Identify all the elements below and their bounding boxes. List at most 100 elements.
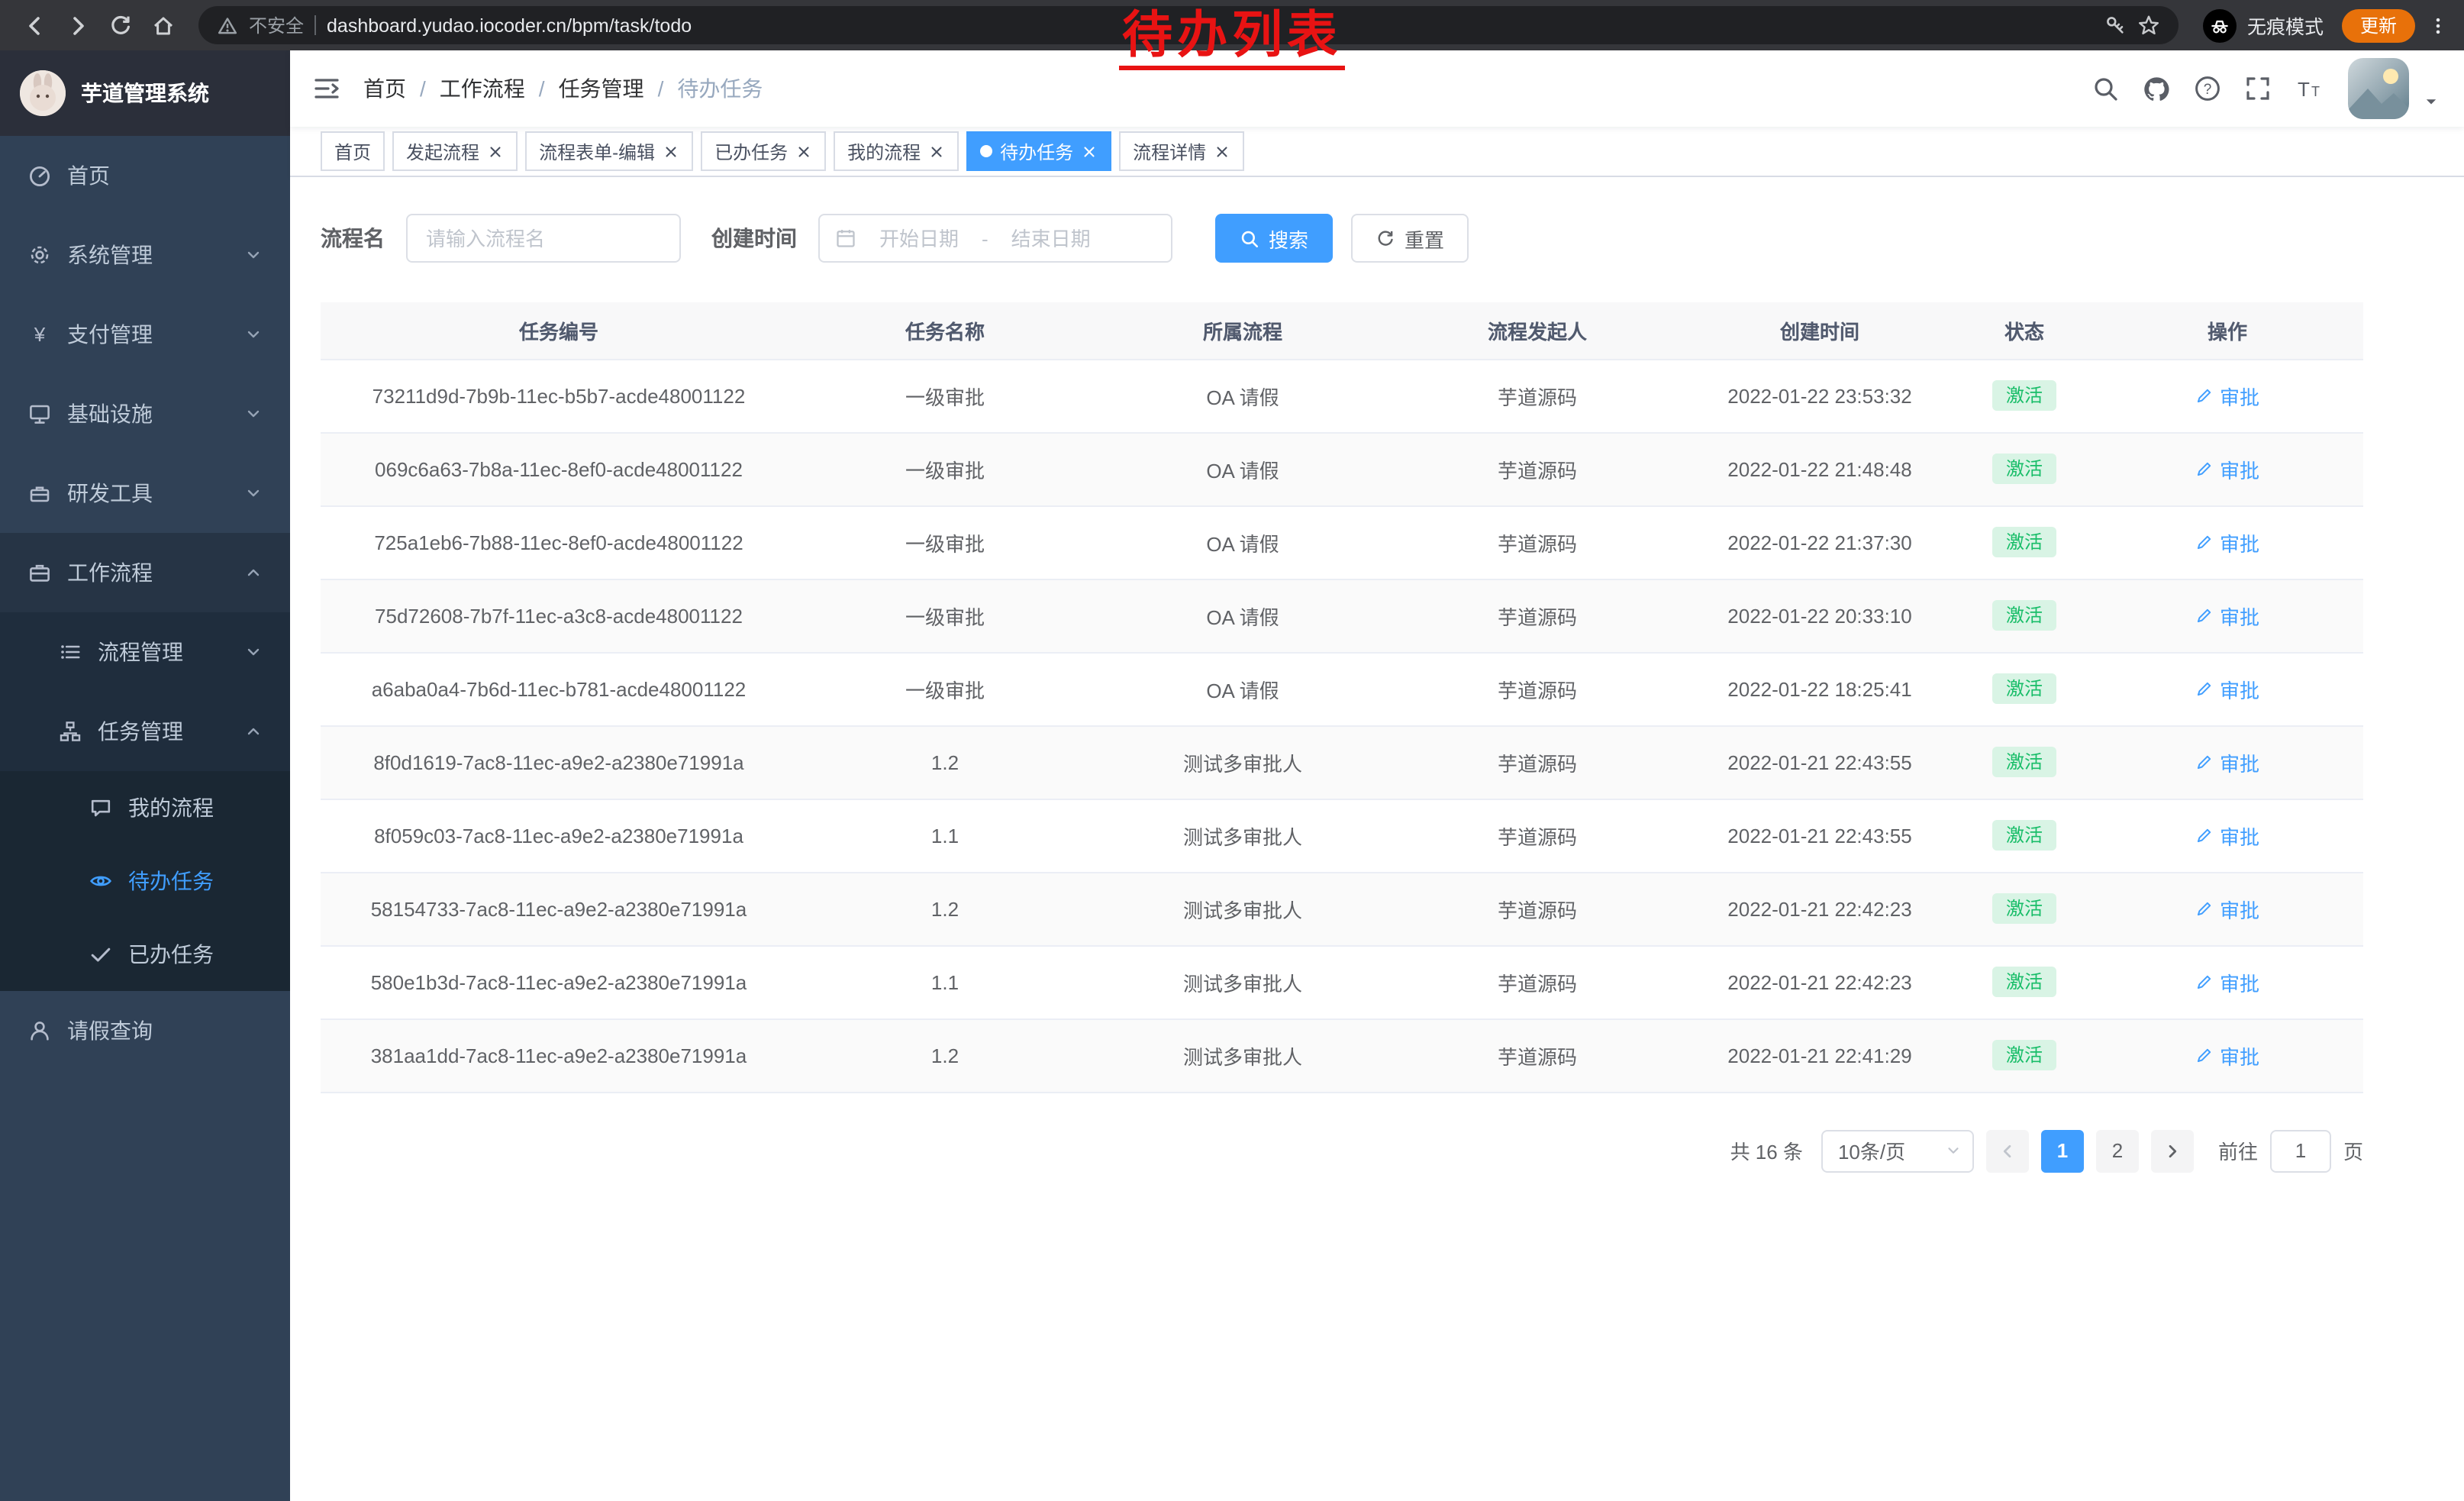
task-process: 测试多审批人 [1093,799,1392,872]
task-id: 381aa1dd-7ac8-11ec-a9e2-a2380e71991a [321,1018,797,1092]
tab-form-edit[interactable]: 流程表单-编辑 [525,131,693,171]
approve-link[interactable]: 审批 [2195,454,2259,483]
approve-link[interactable]: 审批 [2195,747,2259,776]
status-badge: 激活 [1992,747,2056,777]
active-dot [980,145,992,157]
task-name: 一级审批 [797,505,1093,579]
tab-start-process[interactable]: 发起流程 [392,131,518,171]
monitor-icon [27,402,52,426]
approve-link[interactable]: 审批 [2195,894,2259,923]
incognito-icon [2203,8,2237,42]
user-icon [27,1018,52,1043]
sidebar-item-todo-tasks[interactable]: 待办任务 [0,844,290,918]
browser-menu-icon[interactable] [2427,13,2449,37]
caret-down-icon[interactable] [2423,93,2440,110]
sidebar-item-payment[interactable]: ¥ 支付管理 [0,295,290,374]
sidebar-item-leave-query[interactable]: 请假查询 [0,991,290,1070]
task-initiator: 芋道源码 [1392,945,1682,1018]
forward-icon[interactable] [58,5,98,45]
chevron-down-icon [1945,1142,1962,1159]
reset-button[interactable]: 重置 [1351,214,1469,263]
password-key-icon[interactable] [2104,14,2127,37]
github-icon[interactable] [2142,74,2171,103]
approve-link[interactable]: 审批 [2195,381,2259,410]
tab-todo-tasks[interactable]: 待办任务 [966,131,1111,171]
goto-page-input[interactable] [2270,1129,2331,1172]
eye-icon [89,869,113,893]
home-icon[interactable] [144,5,183,45]
breadcrumb-item[interactable]: 任务管理 [559,73,644,104]
search-button[interactable]: 搜索 [1215,214,1333,263]
sidebar-item-home[interactable]: 首页 [0,136,290,215]
breadcrumb-item[interactable]: 工作流程 [440,73,525,104]
date-range-picker[interactable]: - [818,214,1172,263]
sidebar-item-system[interactable]: 系统管理 [0,215,290,295]
task-process: OA 请假 [1093,432,1392,505]
app-title: 芋道管理系统 [81,78,209,108]
bookmark-star-icon[interactable] [2137,14,2160,37]
page-button-1[interactable]: 1 [2041,1129,2084,1172]
sidebar-item-workflow[interactable]: 工作流程 [0,533,290,612]
approve-link[interactable]: 审批 [2195,601,2259,630]
back-icon[interactable] [15,5,55,45]
approve-link[interactable]: 审批 [2195,967,2259,996]
page-size-select[interactable]: 10条/页 [1821,1129,1974,1172]
fullscreen-icon[interactable] [2244,75,2272,102]
close-icon[interactable] [795,143,812,160]
tab-process-detail[interactable]: 流程详情 [1119,131,1244,171]
update-button[interactable]: 更新 [2342,8,2415,42]
breadcrumb-item-current: 待办任务 [677,73,763,104]
sidebar-toggle-icon[interactable] [311,73,342,104]
sidebar-item-task-mgmt[interactable]: 任务管理 [0,692,290,771]
omnibox-divider [314,15,316,35]
incognito-label: 无痕模式 [2247,11,2324,40]
date-separator: - [982,227,989,250]
task-name: 一级审批 [797,359,1093,432]
close-icon[interactable] [1214,143,1230,160]
tab-done-tasks[interactable]: 已办任务 [701,131,826,171]
end-date-input[interactable] [995,227,1108,250]
sidebar-item-done-tasks[interactable]: 已办任务 [0,918,290,991]
status-badge: 激活 [1992,1040,2056,1070]
search-icon[interactable] [2091,75,2119,102]
approve-link[interactable]: 审批 [2195,674,2259,703]
task-name: 1.1 [797,945,1093,1018]
task-time: 2022-01-21 22:42:23 [1682,945,1957,1018]
approve-link[interactable]: 审批 [2195,821,2259,850]
task-time: 2022-01-22 23:53:32 [1682,359,1957,432]
close-icon[interactable] [663,143,679,160]
process-name-input[interactable] [406,214,681,263]
help-icon[interactable]: ? [2194,75,2221,102]
logo[interactable]: 芋道管理系统 [0,50,290,136]
task-name: 1.2 [797,725,1093,799]
task-initiator: 芋道源码 [1392,1018,1682,1092]
user-avatar[interactable] [2348,58,2409,119]
annotation-overlay: 待办列表 [1119,6,1345,70]
sidebar-item-devtools[interactable]: 研发工具 [0,454,290,533]
reload-icon[interactable] [101,5,140,45]
task-initiator: 芋道源码 [1392,652,1682,725]
status-badge: 激活 [1992,893,2056,924]
task-name: 1.1 [797,799,1093,872]
approve-link[interactable]: 审批 [2195,1041,2259,1070]
table-row: 8f0d1619-7ac8-11ec-a9e2-a2380e71991a 1.2… [321,725,2363,799]
task-process: 测试多审批人 [1093,945,1392,1018]
prev-page-button[interactable] [1986,1129,2029,1172]
close-icon[interactable] [928,143,945,160]
close-icon[interactable] [1081,143,1098,160]
sidebar-item-process-mgmt[interactable]: 流程管理 [0,612,290,692]
sidebar-item-infrastructure[interactable]: 基础设施 [0,374,290,454]
close-icon[interactable] [487,143,504,160]
logo-avatar [20,70,66,116]
process-name-label: 流程名 [321,223,385,253]
tab-my-process[interactable]: 我的流程 [834,131,959,171]
start-date-input[interactable] [863,227,976,250]
gear-icon [27,243,52,267]
next-page-button[interactable] [2151,1129,2194,1172]
tab-home[interactable]: 首页 [321,131,385,171]
sidebar-item-my-process[interactable]: 我的流程 [0,771,290,844]
page-button-2[interactable]: 2 [2096,1129,2139,1172]
approve-link[interactable]: 审批 [2195,528,2259,557]
breadcrumb-item[interactable]: 首页 [363,73,406,104]
font-size-icon[interactable]: TT [2295,75,2325,102]
